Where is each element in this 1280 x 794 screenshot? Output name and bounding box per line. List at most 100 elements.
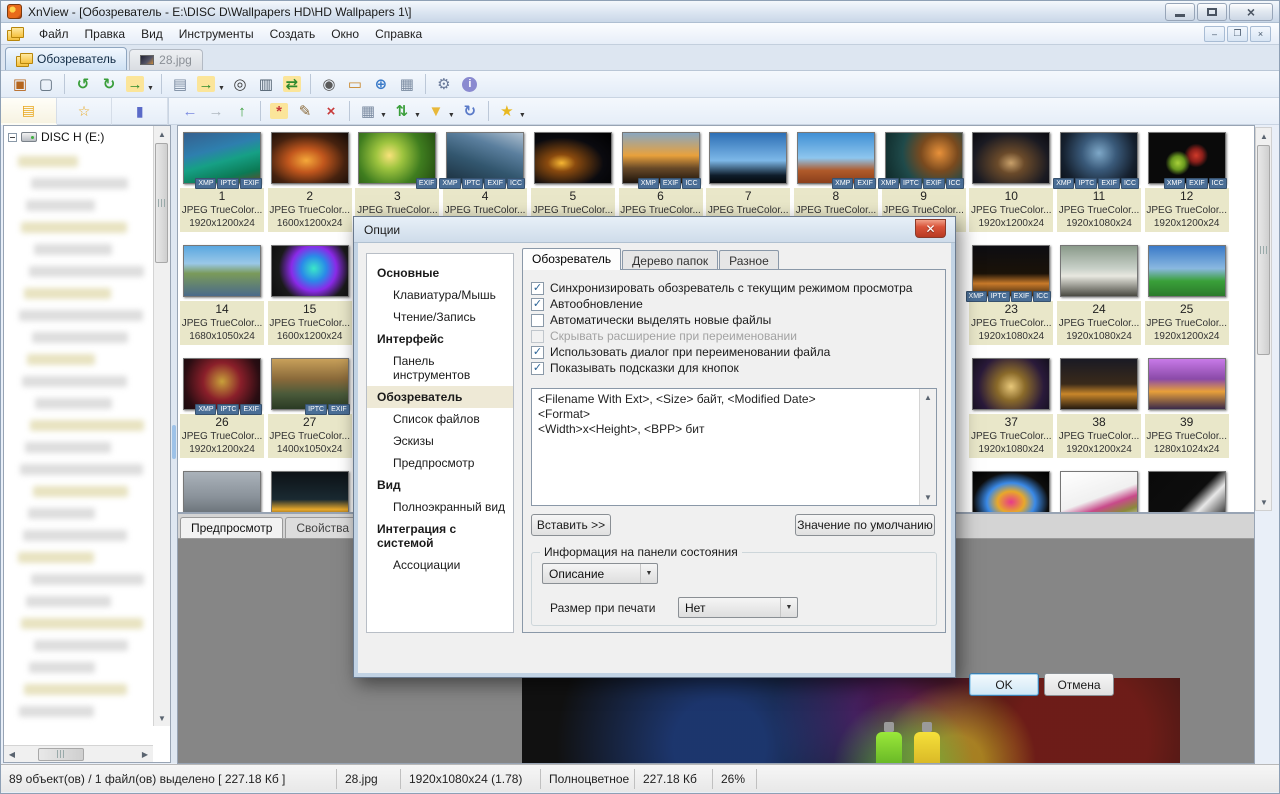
checkbox-unchecked-icon[interactable] (531, 330, 544, 343)
thumbnail-tile[interactable] (969, 471, 1053, 513)
rotate-left-icon[interactable]: ↺ (71, 73, 95, 95)
favorites-dropdown-icon[interactable]: ▼ (519, 112, 526, 119)
thumbnail-tile-1[interactable]: XMPIPTCEXIF1JPEG TrueColor...1920x1200x2… (180, 132, 264, 232)
thumbnail-tile[interactable] (180, 471, 264, 513)
tab-browser[interactable]: Обозреватель (5, 47, 127, 70)
open-with-icon[interactable]: → (194, 73, 218, 95)
preview-tab-предпросмотр[interactable]: Предпросмотр (180, 517, 283, 538)
search-icon[interactable]: ◎ (228, 73, 252, 95)
back-icon[interactable]: ← (178, 100, 202, 122)
thumbnail-tile-23[interactable]: XMPIPTCEXIFICC23JPEG TrueColor...1920x10… (969, 245, 1053, 345)
options-category-предпросмотр[interactable]: Предпросмотр (367, 452, 513, 474)
menu-создать[interactable]: Создать (262, 24, 324, 44)
options-category-интеграция-с-системой[interactable]: Интеграция с системой (367, 518, 513, 554)
cancel-button[interactable]: Отмена (1044, 673, 1114, 696)
thumbnail-tile-39[interactable]: 39JPEG TrueColor...1280x1024x24 (1145, 358, 1229, 458)
move-to-folder-icon[interactable]: → (123, 73, 147, 95)
mdi-minimize-button[interactable]: – (1204, 26, 1225, 42)
open-with-dropdown-icon[interactable]: ▼ (218, 85, 225, 92)
scroll-down-icon[interactable]: ▼ (920, 489, 936, 505)
checkbox-row[interactable]: ✓Показывать подсказки для кнопок (531, 360, 937, 376)
folders-tab[interactable]: ▤ (1, 98, 57, 125)
scroll-right-icon[interactable]: ▶ (137, 746, 153, 762)
tree-item-disc-h[interactable]: DISC H (E:) (4, 126, 170, 146)
options-category-эскизы[interactable]: Эскизы (367, 430, 513, 452)
browse-icon[interactable]: ▣ (8, 73, 32, 95)
thumbnail-tile-24[interactable]: 24JPEG TrueColor...1920x1080x24 (1057, 245, 1141, 345)
scroll-left-icon[interactable]: ◀ (4, 746, 20, 762)
favorites-icon[interactable]: ★ (495, 100, 519, 122)
insert-button[interactable]: Вставить >> (531, 514, 611, 536)
scroll-down-icon[interactable]: ▼ (154, 710, 170, 726)
view-mode-icon[interactable]: ▦ (356, 100, 380, 122)
favorites-tab[interactable]: ☆ (57, 98, 113, 125)
thumbnail-tile-26[interactable]: XMPIPTCEXIF26JPEG TrueColor...1920x1200x… (180, 358, 264, 458)
checkbox-checked-icon[interactable]: ✓ (531, 346, 544, 359)
menu-правка[interactable]: Правка (77, 24, 134, 44)
filter-dropdown-icon[interactable]: ▼ (448, 112, 455, 119)
options-category-полноэкранный-вид[interactable]: Полноэкранный вид (367, 496, 513, 518)
thumbnail-tile-11[interactable]: XMPIPTCEXIFICC11JPEG TrueColor...1920x10… (1057, 132, 1141, 232)
options-category-панель-инструментов[interactable]: Панель инструментов (367, 350, 513, 386)
default-value-button[interactable]: Значение по умолчанию (795, 514, 935, 536)
browser-vertical-scrollbar[interactable]: ▲ ▼ (1255, 127, 1272, 511)
export-icon[interactable]: ⇄ (280, 73, 304, 95)
options-category-ассоциации[interactable]: Ассоциации (367, 554, 513, 576)
menu-окно[interactable]: Окно (323, 24, 367, 44)
options-category-основные[interactable]: Основные (367, 262, 513, 284)
preview-tab-свойства[interactable]: Свойства (285, 517, 360, 538)
thumbnail-tile-2[interactable]: 2JPEG TrueColor...1600x1200x24 (268, 132, 352, 232)
options-category-список-файлов[interactable]: Список файлов (367, 408, 513, 430)
statusbar-template-textarea[interactable]: ▲ ▼ <Filename With Ext>, <Size> байт, <M… (531, 388, 937, 506)
options-category-клавиатура-мышь[interactable]: Клавиатура/Мышь (367, 284, 513, 306)
thumbnail-tile[interactable] (1145, 471, 1229, 513)
thumbnail-tile-38[interactable]: 38JPEG TrueColor...1920x1200x24 (1057, 358, 1141, 458)
checkbox-row[interactable]: ✓Использовать диалог при переименовании … (531, 344, 937, 360)
menu-файл[interactable]: Файл (31, 24, 77, 44)
new-folder-icon[interactable]: * (267, 100, 291, 122)
thumbnail-tile-14[interactable]: 14JPEG TrueColor...1680x1050x24 (180, 245, 264, 345)
options-tab-обозреватель[interactable]: Обозреватель (522, 248, 621, 270)
fullscreen-icon[interactable]: ▢ (34, 73, 58, 95)
tab-image-28jpg[interactable]: 28.jpg (129, 49, 203, 70)
tree-horizontal-scrollbar[interactable]: ◀ ▶ (4, 745, 153, 762)
mdi-close-button[interactable]: × (1250, 26, 1271, 42)
settings-icon[interactable]: ⚙ (432, 73, 456, 95)
refresh-icon[interactable]: ↻ (458, 100, 482, 122)
capture-icon[interactable]: ◉ (317, 73, 341, 95)
checkbox-row[interactable]: ✓Автообновление (531, 296, 937, 312)
options-tab-разное[interactable]: Разное (719, 250, 779, 270)
options-category-вид[interactable]: Вид (367, 474, 513, 496)
thumbnail-tile-15[interactable]: 15JPEG TrueColor...1600x1200x24 (268, 245, 352, 345)
sort-dropdown-icon[interactable]: ▼ (414, 112, 421, 119)
thumbnail-tile-37[interactable]: 37JPEG TrueColor...1920x1080x24 (969, 358, 1053, 458)
properties-icon[interactable]: ▤ (168, 73, 192, 95)
options-tab-дерево-папок[interactable]: Дерево папок (622, 250, 718, 270)
menu-инструменты[interactable]: Инструменты (171, 24, 262, 44)
checkbox-unchecked-icon[interactable] (531, 314, 544, 327)
move-to-folder-dropdown-icon[interactable]: ▼ (147, 85, 154, 92)
mdi-restore-button[interactable]: ❐ (1227, 26, 1248, 42)
options-category-интерфейс[interactable]: Интерфейс (367, 328, 513, 350)
ok-button[interactable]: OK (969, 673, 1039, 696)
textarea-scrollbar[interactable]: ▲ ▼ (919, 389, 936, 505)
checkbox-checked-icon[interactable]: ✓ (531, 282, 544, 295)
options-category-обозреватель[interactable]: Обозреватель (367, 386, 513, 408)
view-mode-dropdown-icon[interactable]: ▼ (380, 112, 387, 119)
up-icon[interactable]: ↑ (230, 100, 254, 122)
close-button[interactable]: × (1229, 3, 1273, 21)
thumbnail-tile-25[interactable]: 25JPEG TrueColor...1920x1200x24 (1145, 245, 1229, 345)
scroll-down-icon[interactable]: ▼ (1256, 494, 1272, 510)
thumbnail-tile-10[interactable]: 10JPEG TrueColor...1920x1200x24 (969, 132, 1053, 232)
print-icon[interactable]: ▥ (254, 73, 278, 95)
rename-icon[interactable]: ✎ (293, 100, 317, 122)
scroll-up-icon[interactable]: ▲ (154, 126, 170, 142)
maximize-button[interactable] (1197, 3, 1227, 21)
menu-вид[interactable]: Вид (133, 24, 171, 44)
options-category-чтение-запись[interactable]: Чтение/Запись (367, 306, 513, 328)
thumbnail-tile[interactable] (268, 471, 352, 513)
description-combobox[interactable]: Описание ▼ (542, 563, 658, 584)
thumbnail-tile-27[interactable]: IPTCEXIF27JPEG TrueColor...1400x1050x24 (268, 358, 352, 458)
rotate-right-icon[interactable]: ↻ (97, 73, 121, 95)
checkbox-checked-icon[interactable]: ✓ (531, 362, 544, 375)
